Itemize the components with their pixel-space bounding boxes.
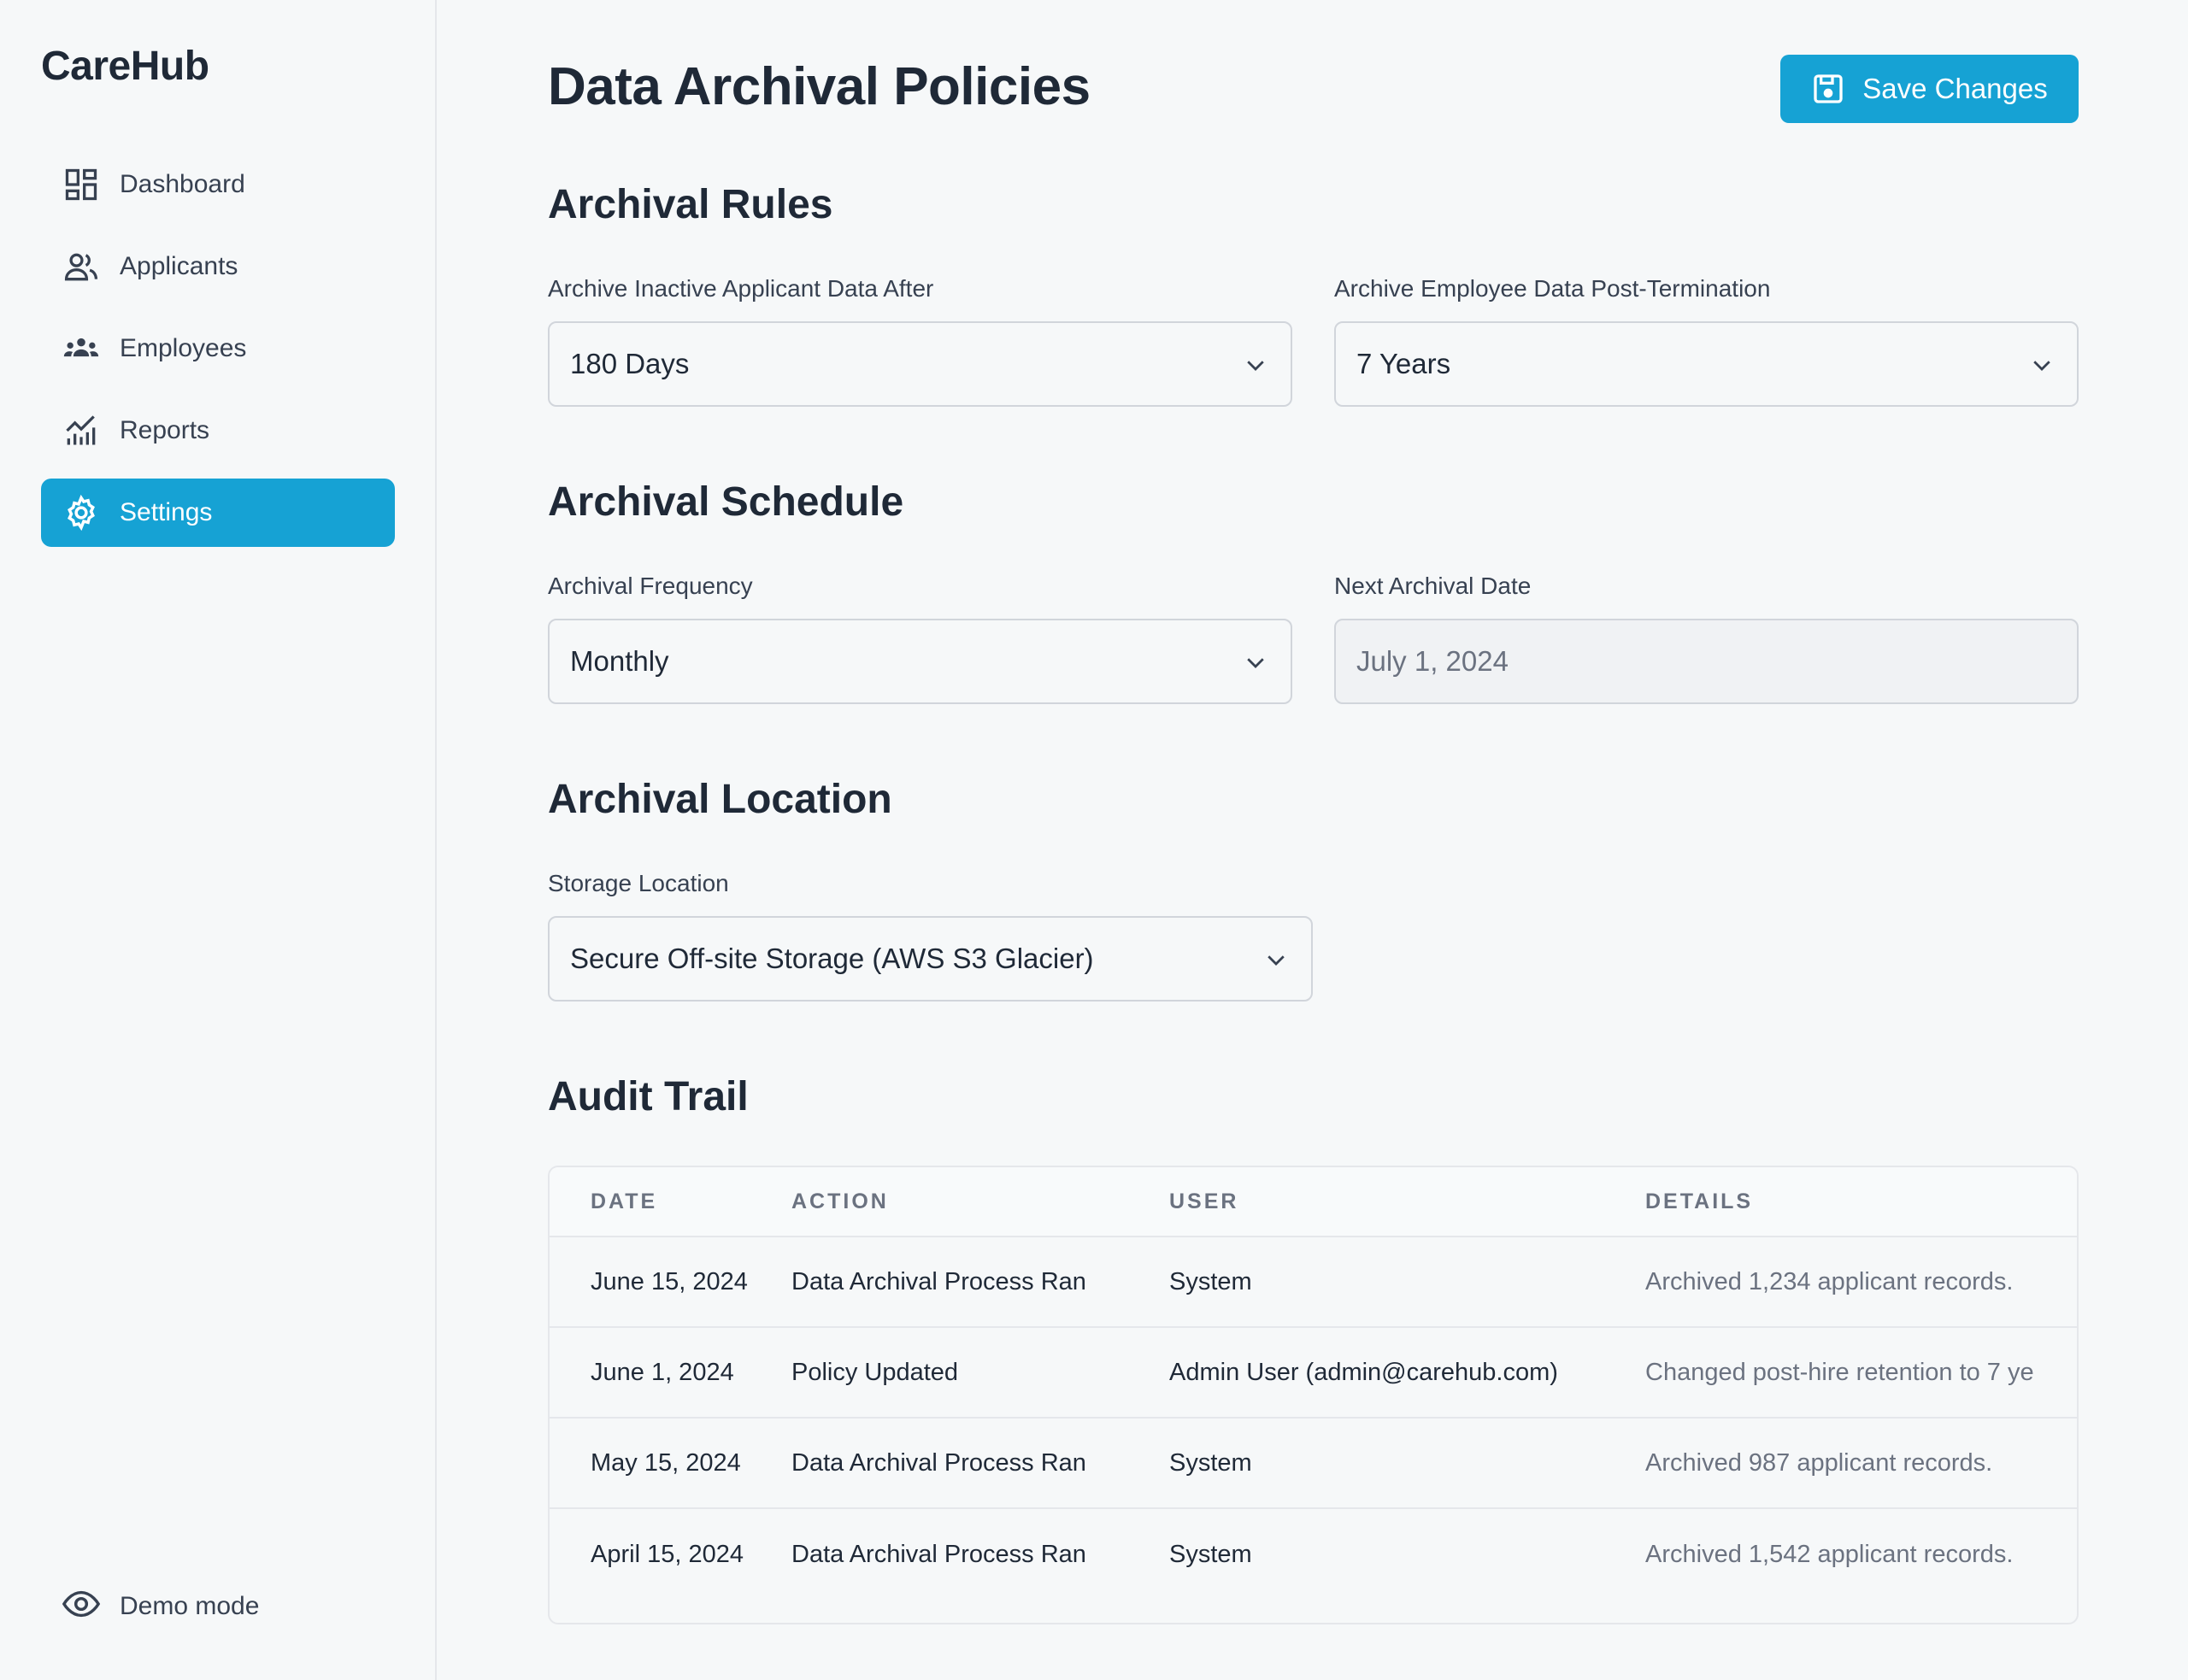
chart-icon (62, 411, 101, 450)
column-header-user[interactable]: USER (1169, 1190, 1645, 1214)
storage-location-select[interactable]: Secure Off-site Storage (AWS S3 Glacier) (548, 916, 1313, 1002)
page-title: Data Archival Policies (548, 57, 1091, 116)
chevron-down-icon (1268, 955, 1285, 966)
sidebar-item-applicants[interactable]: Applicants (41, 232, 395, 301)
cell-action: Policy Updated (791, 1358, 959, 1386)
sidebar-item-label: Dashboard (120, 170, 245, 198)
cell-details: Archived 987 applicant records. (1645, 1448, 1993, 1477)
employee-retention-label: Archive Employee Data Post-Termination (1334, 275, 1771, 302)
sidebar-item-label: Applicants (120, 252, 238, 280)
cell-user: Admin User (admin@carehub.com) (1169, 1358, 1558, 1386)
next-archival-date-field: July 1, 2024 (1334, 619, 2079, 704)
sidebar-item-employees[interactable]: Employees (41, 314, 395, 383)
sidebar-item-label: Settings (120, 498, 213, 526)
sidebar-item-settings[interactable]: Settings (41, 479, 395, 547)
dashboard-icon (62, 165, 101, 204)
eye-icon (62, 1584, 101, 1628)
sidebar-item-label: Reports (120, 416, 210, 444)
cell-action: Data Archival Process Ran (791, 1267, 1086, 1295)
cell-date: June 1, 2024 (591, 1358, 734, 1386)
archival-frequency-value: Monthly (570, 645, 669, 677)
cell-user: System (1169, 1267, 1252, 1295)
archival-location-title: Archival Location (548, 777, 892, 822)
applicant-retention-value: 180 Days (570, 348, 690, 379)
archival-frequency-label: Archival Frequency (548, 573, 753, 599)
archival-frequency-select[interactable]: Monthly (548, 619, 1292, 704)
sidebar-item-dashboard[interactable]: Dashboard (41, 150, 395, 219)
cell-action: Data Archival Process Ran (791, 1540, 1086, 1568)
column-header-details[interactable]: DETAILS (1645, 1190, 2077, 1214)
table-row: April 15, 2024 Data Archival Process Ran… (550, 1509, 2077, 1600)
save-icon (1814, 74, 1843, 103)
cell-user: System (1169, 1448, 1252, 1477)
table-row: June 1, 2024 Policy Updated Admin User (… (550, 1328, 2077, 1419)
chevron-down-icon (1247, 658, 1264, 668)
table-row: June 15, 2024 Data Archival Process Ran … (550, 1237, 2077, 1328)
storage-location-value: Secure Off-site Storage (AWS S3 Glacier) (570, 943, 1094, 974)
cell-user: System (1169, 1540, 1252, 1568)
group-icon (62, 329, 101, 368)
app-root: CareHub Dashboard Applicants Employees R… (0, 0, 2188, 1680)
save-changes-button[interactable]: Save Changes (1780, 55, 2079, 123)
table-header: DATE ACTION USER DETAILS (550, 1167, 2077, 1237)
applicant-retention-label: Archive Inactive Applicant Data After (548, 275, 934, 302)
audit-trail-title: Audit Trail (548, 1074, 749, 1119)
gear-icon (62, 493, 101, 532)
cell-date: May 15, 2024 (591, 1448, 741, 1477)
sidebar-item-reports[interactable]: Reports (41, 397, 395, 465)
cell-action: Data Archival Process Ran (791, 1448, 1086, 1477)
sidebar-nav: Dashboard Applicants Employees Reports S… (41, 150, 395, 561)
users-icon (62, 247, 101, 286)
demo-mode-label: Demo mode (120, 1591, 260, 1620)
sidebar: CareHub Dashboard Applicants Employees R… (0, 0, 437, 1680)
audit-trail-table: DATE ACTION USER DETAILS June 15, 2024 D… (548, 1166, 2079, 1624)
column-header-action[interactable]: ACTION (791, 1190, 1169, 1214)
next-archival-date-value: July 1, 2024 (1356, 645, 1509, 677)
employee-retention-value: 7 Years (1356, 348, 1451, 379)
cell-details: Changed post-hire retention to 7 ye (1645, 1358, 2034, 1386)
table-row: May 15, 2024 Data Archival Process Ran S… (550, 1419, 2077, 1509)
cell-details: Archived 1,542 applicant records. (1645, 1540, 2014, 1568)
cell-date: April 15, 2024 (591, 1540, 744, 1568)
archival-schedule-title: Archival Schedule (548, 479, 904, 525)
chevron-down-icon (2033, 361, 2050, 371)
demo-mode-toggle[interactable]: Demo mode (62, 1584, 259, 1628)
cell-date: June 15, 2024 (591, 1267, 748, 1295)
cell-details: Archived 1,234 applicant records. (1645, 1267, 2014, 1295)
employee-retention-select[interactable]: 7 Years (1334, 321, 2079, 407)
archival-rules-title: Archival Rules (548, 182, 833, 227)
sidebar-item-label: Employees (120, 334, 247, 362)
storage-location-label: Storage Location (548, 870, 729, 896)
next-archival-date-label: Next Archival Date (1334, 573, 1532, 599)
chevron-down-icon (1247, 361, 1264, 371)
applicant-retention-select[interactable]: 180 Days (548, 321, 1292, 407)
brand-logo: CareHub (41, 44, 209, 89)
save-changes-label: Save Changes (1862, 73, 2048, 104)
column-header-date[interactable]: DATE (550, 1190, 791, 1214)
